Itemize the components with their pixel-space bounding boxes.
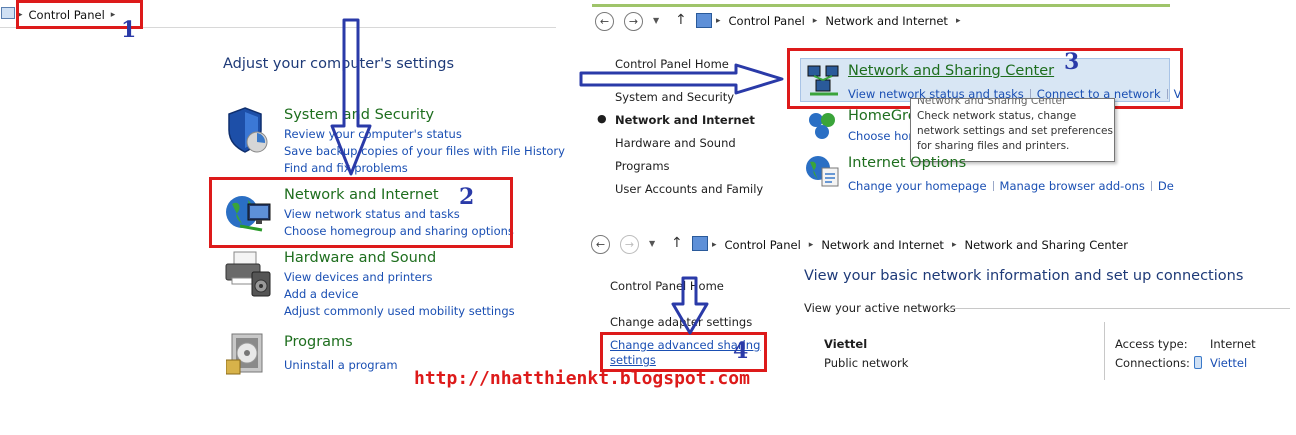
connection-viettel-link[interactable]: Viettel: [1210, 356, 1247, 370]
annotation-down-arrow-icon: [328, 18, 374, 182]
sharing-center-tooltip: Network and Sharing Center Check network…: [910, 98, 1115, 162]
link-divider: [1150, 180, 1152, 191]
annotation-number-3: 3: [1064, 49, 1080, 75]
annotation-number-4: 4: [733, 338, 749, 364]
access-type-label: Access type:: [1115, 337, 1188, 351]
control-panel-app-icon: [1, 7, 15, 19]
bottom-right-breadcrumb[interactable]: ▸ Control Panel ▸ Network and Internet ▸…: [712, 238, 1128, 252]
ethernet-icon: [1194, 356, 1202, 369]
internet-options-icon: [804, 154, 840, 192]
nav-user-accounts[interactable]: User Accounts and Family: [615, 182, 763, 196]
breadcrumb-chevron-icon: ▸: [812, 16, 818, 26]
back-arrow-icon[interactable]: ←: [595, 12, 614, 31]
nav-current-bullet-icon: ●: [597, 112, 607, 125]
control-panel-crumb-icon: [696, 13, 712, 28]
tooltip-line-1: Check network status, change: [917, 110, 1077, 122]
mobility-settings-link[interactable]: Adjust commonly used mobility settings: [284, 304, 515, 318]
forward-arrow-icon[interactable]: →: [624, 12, 643, 31]
printer-icon: [224, 250, 274, 304]
crumb-control-panel[interactable]: Control Panel: [725, 238, 801, 252]
nav-programs[interactable]: Programs: [615, 159, 670, 173]
annotation-right-arrow-icon: [578, 62, 786, 100]
hardware-and-sound-title[interactable]: Hardware and Sound: [284, 250, 436, 266]
add-device-link[interactable]: Add a device: [284, 287, 358, 301]
tooltip-line-2: network settings and set preferences: [917, 125, 1113, 137]
uninstall-program-link[interactable]: Uninstall a program: [284, 358, 398, 372]
annotation-number-1: 1: [121, 17, 137, 43]
network-name: Viettel: [824, 337, 868, 351]
choose-homegroup-link[interactable]: Choose hom: [848, 129, 920, 143]
internet-options-links: Change your homepage Manage browser add-o…: [848, 175, 1174, 194]
programs-icon: [225, 330, 272, 382]
forward-arrow-icon[interactable]: →: [620, 235, 639, 254]
breadcrumb-chevron-icon: ▸: [712, 240, 717, 250]
up-arrow-icon[interactable]: ↑: [671, 235, 683, 251]
homegroup-title[interactable]: HomeGro: [848, 108, 917, 124]
connections-label: Connections:: [1115, 356, 1190, 370]
top-right-breadcrumb[interactable]: ▸ Control Panel ▸ Network and Internet ▸: [716, 14, 960, 28]
change-homepage-link[interactable]: Change your homepage: [848, 179, 987, 193]
up-arrow-icon[interactable]: ↑: [675, 12, 687, 28]
manage-addons-link[interactable]: Manage browser add-ons: [1000, 179, 1145, 193]
breadcrumb-chevron-icon: ▸: [951, 240, 957, 250]
crumb-control-panel[interactable]: Control Panel: [729, 14, 805, 28]
truncated-link-de[interactable]: De: [1158, 179, 1174, 193]
network-type[interactable]: Public network: [824, 356, 908, 370]
nav-network-internet[interactable]: Network and Internet: [615, 113, 755, 127]
breadcrumb-chevron-icon: ▸: [808, 240, 814, 250]
active-networks-heading: View your active networks: [804, 301, 956, 315]
active-networks-divider: [948, 308, 1290, 309]
internet-options-title[interactable]: Internet Options: [848, 155, 966, 171]
link-divider: [992, 180, 994, 191]
devices-printers-link[interactable]: View devices and printers: [284, 270, 432, 284]
sharing-center-heading: View your basic network information and …: [804, 268, 1244, 284]
nav-hardware-sound[interactable]: Hardware and Sound: [615, 136, 736, 150]
crumb-network-internet[interactable]: Network and Internet: [825, 14, 948, 28]
control-panel-crumb-icon: [692, 236, 708, 251]
file-history-link[interactable]: Save backup copies of your files with Fi…: [284, 144, 565, 158]
crumb-network-internet[interactable]: Network and Internet: [821, 238, 944, 252]
recent-pages-chevron-icon[interactable]: ▼: [649, 239, 655, 248]
annotation-small-down-arrow-icon: [670, 276, 710, 340]
homegroup-icon: [806, 110, 838, 146]
programs-title[interactable]: Programs: [284, 334, 353, 350]
top-right-accent-line: [592, 4, 1170, 7]
recent-pages-chevron-icon[interactable]: ▼: [653, 16, 659, 25]
shield-icon: [225, 106, 271, 160]
breadcrumb-chevron-icon: ▸: [955, 16, 961, 26]
network-details-divider: [1104, 322, 1105, 380]
crumb-sharing-center[interactable]: Network and Sharing Center: [964, 238, 1127, 252]
tooltip-title: Network and Sharing Center: [917, 98, 1067, 107]
access-type-value: Internet: [1210, 337, 1256, 351]
back-arrow-icon[interactable]: ←: [591, 235, 610, 254]
tooltip-line-3: for sharing files and printers.: [917, 140, 1070, 152]
breadcrumb-chevron-icon: ▸: [716, 16, 721, 26]
annotation-number-2: 2: [459, 184, 475, 210]
